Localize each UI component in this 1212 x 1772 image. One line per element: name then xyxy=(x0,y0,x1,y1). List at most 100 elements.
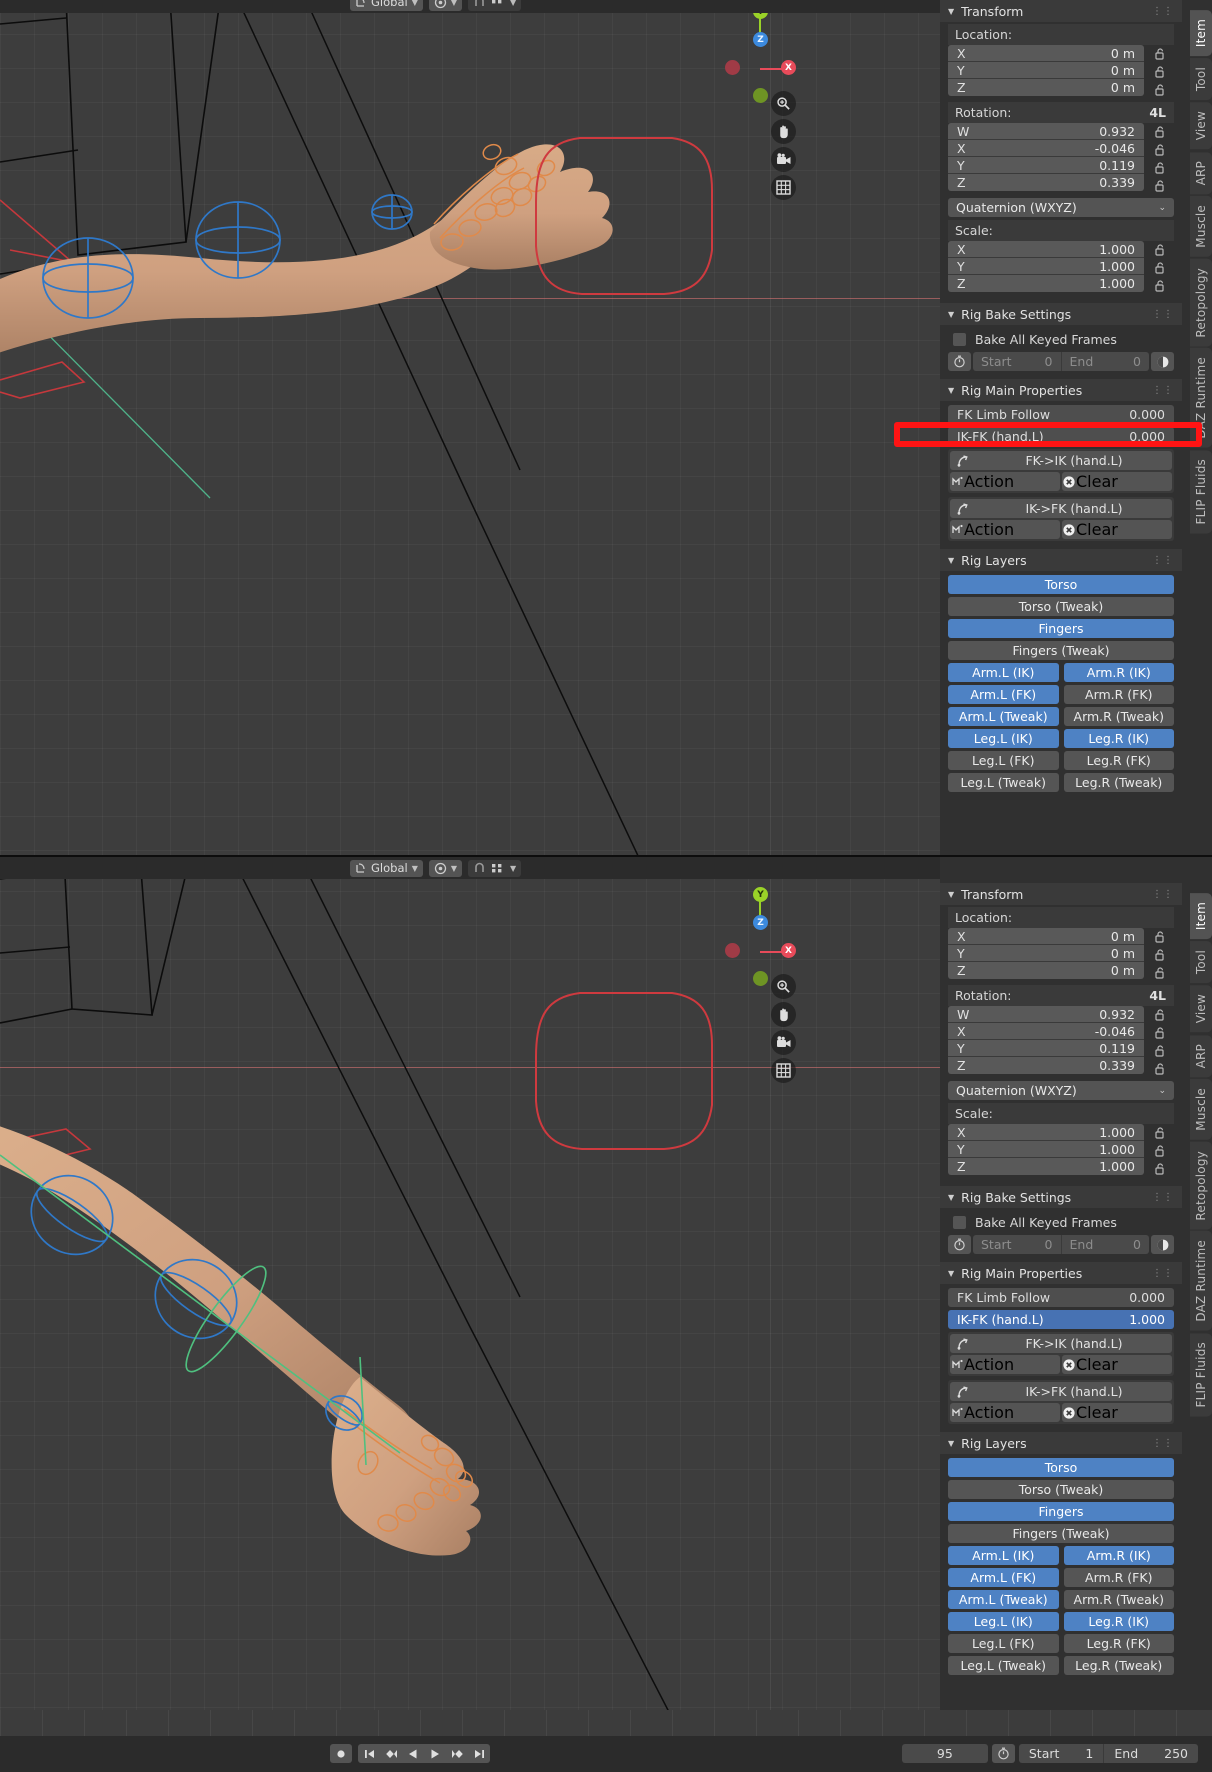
bake-range-fields[interactable]: Start 0 End 0 xyxy=(973,1235,1149,1254)
layer-button-arm-r-fk[interactable]: Arm.R (FK) xyxy=(1063,685,1174,704)
padlock-open-icon[interactable] xyxy=(1154,63,1165,81)
chevron-down-icon[interactable]: ▼ xyxy=(412,864,418,873)
gizmo-axis-neg-x[interactable] xyxy=(725,943,740,958)
fk-limb-follow-slider[interactable]: FK Limb Follow 0.000 xyxy=(948,1288,1174,1307)
layer-button-arm-l-ik[interactable]: Arm.L (IK) xyxy=(948,663,1059,682)
snap-magnet-icon[interactable] xyxy=(473,0,486,9)
fk-limb-follow-slider[interactable]: FK Limb Follow 0.000 xyxy=(948,405,1174,424)
scale-x-field[interactable]: X 1.000 xyxy=(948,1124,1144,1141)
fk-to-ik-action-button[interactable]: Action xyxy=(950,1355,1060,1374)
zoom-icon[interactable] xyxy=(771,91,796,116)
chevron-down-icon[interactable]: ⌄ xyxy=(1158,1086,1166,1096)
sidebar-tab-retopology[interactable]: Retopology xyxy=(1190,258,1212,347)
sidebar-tab-item[interactable]: Item xyxy=(1190,893,1212,940)
chevron-down-icon[interactable]: ▼ xyxy=(510,0,516,7)
layer-button-arm-r-tweak[interactable]: Arm.R (Tweak) xyxy=(1063,1590,1174,1609)
scale-z-field[interactable]: Z 1.000 xyxy=(948,275,1144,292)
padlock-open-icon[interactable] xyxy=(1154,1006,1165,1024)
gizmo-axis-neg-y[interactable] xyxy=(753,88,768,103)
drag-grip[interactable]: ⋮⋮ xyxy=(1152,889,1174,900)
jump-to-end-icon[interactable] xyxy=(468,1744,490,1763)
scale-y-field[interactable]: Y 1.000 xyxy=(948,1141,1144,1158)
padlock-open-icon[interactable] xyxy=(1154,241,1165,259)
rotation-mode-dropdown[interactable]: Quaternion (WXYZ) ⌄ xyxy=(948,1081,1174,1100)
layer-button-arm-l-fk[interactable]: Arm.L (FK) xyxy=(948,685,1059,704)
scale-x-field[interactable]: X 1.000 xyxy=(948,241,1144,258)
chevron-down-icon[interactable]: ▼ xyxy=(948,310,954,319)
section-header-rig-bake[interactable]: ▼ Rig Bake Settings ⋮⋮ xyxy=(940,303,1182,325)
grid-ortho-icon[interactable] xyxy=(771,1058,796,1083)
gizmo-axis-z[interactable]: Z xyxy=(753,32,768,47)
layer-button-leg-r-fk[interactable]: Leg.R (FK) xyxy=(1063,751,1174,770)
play-reverse-icon[interactable] xyxy=(402,1744,424,1763)
chevron-down-icon[interactable]: ▼ xyxy=(948,1439,954,1448)
scale-z-field[interactable]: Z 1.000 xyxy=(948,1158,1144,1175)
sidebar-tab-muscle[interactable]: Muscle xyxy=(1190,1078,1212,1140)
sidebar-tab-view[interactable]: View xyxy=(1190,102,1212,150)
layer-button-leg-r-tweak[interactable]: Leg.R (Tweak) xyxy=(1063,773,1174,792)
layer-button-fingers[interactable]: Fingers xyxy=(948,619,1174,638)
snap-fk-to-ik-button[interactable]: FK->IK (hand.L) xyxy=(950,451,1172,470)
location-x-field[interactable]: X0 m xyxy=(948,45,1144,62)
layer-button-arm-r-ik[interactable]: Arm.R (IK) xyxy=(1063,663,1174,682)
timeline-ruler[interactable] xyxy=(0,1710,1212,1736)
gizmo-axis-neg-y[interactable] xyxy=(753,971,768,986)
layer-button-arm-l-tweak[interactable]: Arm.L (Tweak) xyxy=(948,707,1059,726)
record-icon[interactable] xyxy=(330,1744,352,1763)
layer-button-leg-l-ik[interactable]: Leg.L (IK) xyxy=(948,1612,1059,1631)
contrast-moon-icon[interactable] xyxy=(1151,1235,1174,1254)
section-header-rig-layers[interactable]: ▼ Rig Layers ⋮⋮ xyxy=(940,549,1182,571)
frame-end-field[interactable]: End 250 xyxy=(1104,1744,1198,1763)
view-axis-gizmo-bottom[interactable]: Z X Y xyxy=(725,887,796,986)
section-header-transform[interactable]: ▼ Transform ⋮⋮ xyxy=(940,0,1182,22)
snap-and-proportional-group[interactable]: ▼ xyxy=(468,0,522,11)
sidebar-tab-item[interactable]: Item xyxy=(1190,10,1212,57)
frame-start-field[interactable]: Start 1 xyxy=(1019,1744,1105,1763)
padlock-open-icon[interactable] xyxy=(1154,1124,1165,1142)
drag-grip[interactable]: ⋮⋮ xyxy=(1152,385,1174,396)
chevron-down-icon[interactable]: ▼ xyxy=(948,890,954,899)
fk-to-ik-clear-button[interactable]: Clear xyxy=(1062,472,1172,491)
chevron-down-icon[interactable]: ▼ xyxy=(412,0,418,7)
ik-to-fk-clear-button[interactable]: Clear xyxy=(1062,1403,1172,1422)
camera-icon[interactable] xyxy=(771,147,796,172)
sidebar-tab-retopology[interactable]: Retopology xyxy=(1190,1141,1212,1230)
padlock-open-icon[interactable] xyxy=(1154,159,1165,177)
rotation-y-field[interactable]: Y 0.119 xyxy=(948,157,1144,174)
location-y-field[interactable]: Y0 m xyxy=(948,62,1144,79)
bake-all-keyed-frames-checkbox[interactable]: Bake All Keyed Frames xyxy=(948,329,1174,349)
gizmo-axis-neg-x[interactable] xyxy=(725,60,740,75)
drag-grip[interactable]: ⋮⋮ xyxy=(1152,6,1174,17)
padlock-open-icon[interactable] xyxy=(1154,45,1165,63)
sidebar-tab-flip-fluids[interactable]: FLIP Fluids xyxy=(1190,1332,1212,1417)
current-frame-field[interactable]: 95 xyxy=(901,1744,988,1763)
padlock-open-icon[interactable] xyxy=(1154,259,1165,277)
snap-ik-to-fk-button[interactable]: IK->FK (hand.L) xyxy=(950,1382,1172,1401)
frame-range-fields[interactable]: Start 1 End 250 xyxy=(1018,1744,1198,1763)
padlock-open-icon[interactable] xyxy=(1154,1142,1165,1160)
sidebar-tab-view[interactable]: View xyxy=(1190,985,1212,1033)
padlock-open-icon[interactable] xyxy=(1154,946,1165,964)
ik-to-fk-action-button[interactable]: Action xyxy=(950,520,1060,539)
layer-button-torso-tweak[interactable]: Torso (Tweak) xyxy=(948,597,1174,616)
contrast-moon-icon[interactable] xyxy=(1151,352,1174,371)
ik-to-fk-action-button[interactable]: Action xyxy=(950,1403,1060,1422)
layer-button-torso[interactable]: Torso xyxy=(948,575,1174,594)
sidebar-tab-daz-runtime[interactable]: DAZ Runtime xyxy=(1190,348,1212,448)
chevron-down-icon[interactable]: ▼ xyxy=(948,556,954,565)
sidebar-tab-flip-fluids[interactable]: FLIP Fluids xyxy=(1190,449,1212,534)
zoom-icon[interactable] xyxy=(771,974,796,999)
drag-grip[interactable]: ⋮⋮ xyxy=(1152,555,1174,566)
rotation-x-field[interactable]: X -0.046 xyxy=(948,1023,1144,1040)
layer-button-arm-r-fk[interactable]: Arm.R (FK) xyxy=(1063,1568,1174,1587)
grid-ortho-icon[interactable] xyxy=(771,175,796,200)
transform-orientation-dropdown[interactable]: Global ▼ xyxy=(350,0,423,11)
view-axis-gizmo-top[interactable]: Z X Y xyxy=(725,4,796,103)
rotation-z-field[interactable]: Z 0.339 xyxy=(948,1057,1144,1074)
fk-to-ik-clear-button[interactable]: Clear xyxy=(1062,1355,1172,1374)
proportional-edit-icon[interactable] xyxy=(490,0,506,8)
location-z-field[interactable]: Z0 m xyxy=(948,962,1144,979)
layer-button-arm-r-tweak[interactable]: Arm.R (Tweak) xyxy=(1063,707,1174,726)
gizmo-axis-x[interactable]: X xyxy=(781,60,796,75)
layer-button-leg-r-fk[interactable]: Leg.R (FK) xyxy=(1063,1634,1174,1653)
